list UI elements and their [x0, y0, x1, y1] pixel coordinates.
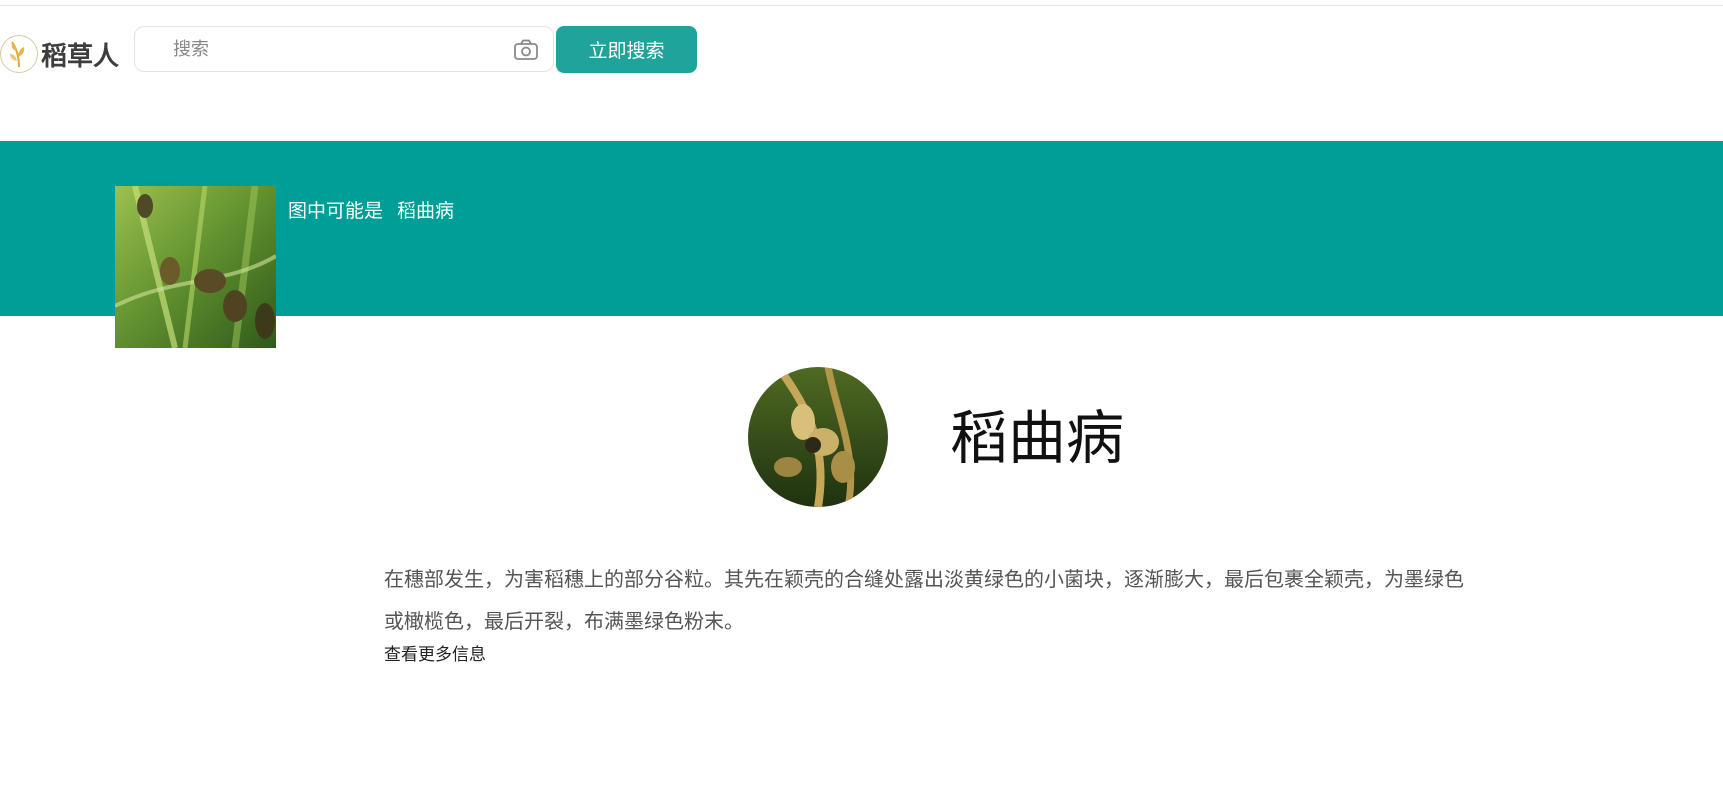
rice-stalk-logo-icon: [0, 35, 38, 73]
search-bar: [134, 26, 554, 72]
disease-avatar: [748, 367, 888, 507]
more-info-link[interactable]: 查看更多信息: [384, 640, 486, 665]
camera-icon[interactable]: [513, 38, 539, 62]
top-divider: [0, 5, 1723, 6]
disease-title: 稻曲病: [950, 404, 1125, 472]
search-button[interactable]: 立即搜索: [556, 26, 697, 73]
recognition-result: 图中可能是 稻曲病: [288, 196, 468, 223]
result-prefix: 图中可能是: [288, 200, 384, 222]
site-logo[interactable]: 稻草人: [0, 34, 119, 74]
result-label[interactable]: 稻曲病: [397, 200, 454, 222]
logo-text: 稻草人: [41, 41, 120, 72]
uploaded-image-thumbnail: [115, 186, 276, 348]
disease-description: 在穗部发生，为害稻穗上的部分谷粒。其先在颖壳的合缝处露出淡黄绿色的小菌块，逐渐膨…: [384, 567, 1464, 633]
search-input[interactable]: [173, 35, 493, 63]
